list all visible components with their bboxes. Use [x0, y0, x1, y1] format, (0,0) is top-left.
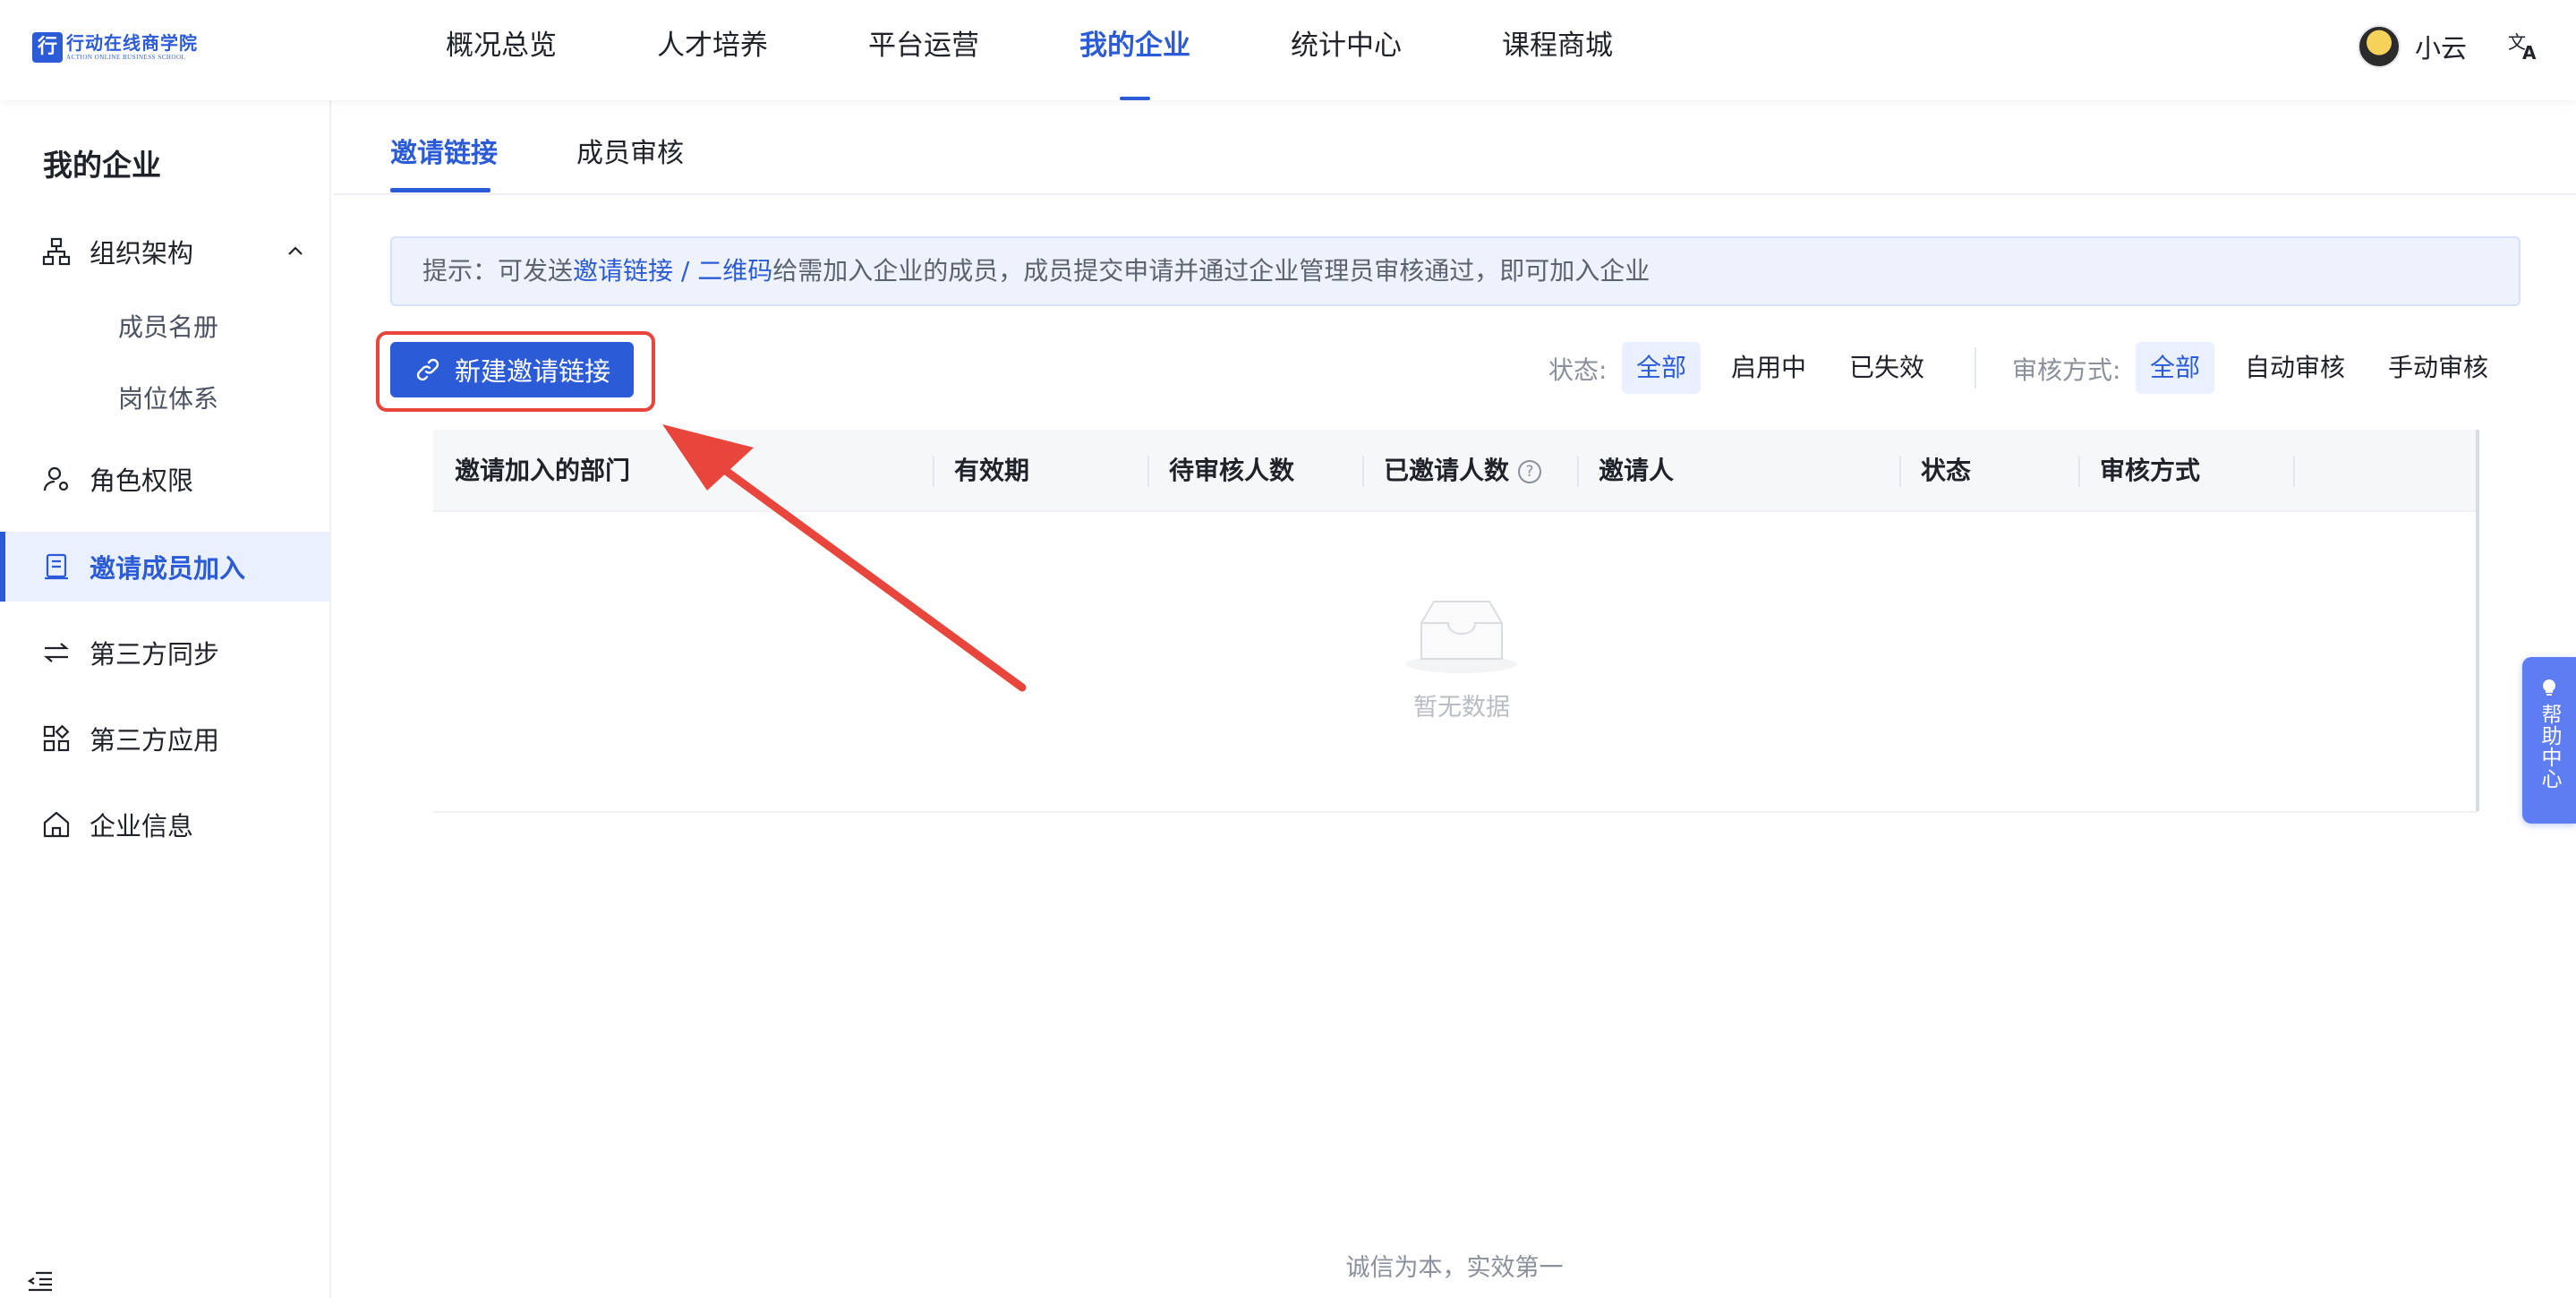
nav-talent[interactable]: 人才培养 [657, 0, 768, 100]
annotation-arrow [662, 424, 1027, 692]
tab-bar: 邀请链接 成员审核 [333, 100, 2576, 195]
sidebar-item-org-structure[interactable]: 组织架构 [0, 217, 329, 286]
review-filter-manual[interactable]: 手动审核 [2374, 342, 2503, 394]
logo-subtitle: ACTION ONLINE BUSINESS SCHOOL [66, 54, 186, 61]
svg-text:A: A [2522, 42, 2537, 63]
nav-statistics[interactable]: 统计中心 [1291, 0, 1402, 100]
filter-divider [1975, 347, 1976, 389]
top-navigation-bar: 行 行动在线商学院 ACTION ONLINE BUSINESS SCHOOL … [0, 0, 2576, 100]
sidebar-item-label: 岗位体系 [118, 384, 219, 414]
sidebar-item-label: 第三方应用 [90, 725, 220, 756]
user-menu[interactable]: 小云 [2358, 25, 2467, 68]
user-role-icon [43, 466, 69, 491]
sync-arrows-icon [43, 643, 70, 662]
logo-title: 行动在线商学院 [66, 32, 198, 54]
tip-prefix: 提示：可发送 [422, 256, 574, 286]
user-name[interactable]: 小云 [2415, 28, 2467, 65]
sidebar-item-label: 企业信息 [90, 811, 194, 841]
invite-doc-icon [45, 553, 68, 580]
sidebar-item-invite-members[interactable]: 邀请成员加入 [0, 532, 329, 602]
column-header: 邀请人 [1599, 456, 1675, 485]
status-filter-active[interactable]: 启用中 [1717, 342, 1821, 394]
column-header: 邀请加入的部门 [455, 456, 631, 485]
help-center-button[interactable]: 帮助中心 [2522, 657, 2576, 824]
apps-grid-icon [43, 724, 70, 752]
sidebar-item-enterprise-info[interactable]: 企业信息 [0, 790, 329, 859]
sidebar-item-label: 组织架构 [90, 238, 194, 269]
lightbulb-icon [2543, 679, 2555, 696]
org-tree-icon [42, 237, 71, 266]
chevron-up-icon[interactable] [285, 241, 306, 262]
nav-my-enterprise[interactable]: 我的企业 [1079, 0, 1190, 100]
tab-member-review[interactable]: 成员审核 [576, 131, 684, 170]
sidebar-item-third-party-sync[interactable]: 第三方同步 [0, 618, 329, 687]
translate-icon[interactable]: 文 A [2506, 27, 2542, 63]
status-filter-expired[interactable]: 已失效 [1835, 342, 1939, 394]
new-invite-link-label: 新建邀请链接 [454, 356, 610, 387]
column-header: 状态 [1921, 456, 1972, 485]
review-filter-label: 审核方式: [2012, 355, 2121, 385]
sidebar-item-label: 邀请成员加入 [90, 553, 246, 584]
tab-invite-link[interactable]: 邀请链接 [390, 131, 498, 170]
link-icon [416, 358, 439, 381]
nav-overview[interactable]: 概况总览 [446, 0, 557, 100]
review-filter-all[interactable]: 全部 [2136, 342, 2215, 394]
sidebar-item-roles[interactable]: 角色权限 [0, 444, 329, 514]
active-tab-indicator [390, 188, 490, 192]
help-center-label: 帮助中心 [2538, 704, 2561, 790]
sidebar-item-label: 角色权限 [90, 465, 194, 496]
sidebar: 我的企业 组织架构 成员名册 岗位体系 角色权限 邀请成员加入 第三方同步 第三… [0, 100, 331, 1298]
collapse-sidebar-icon[interactable] [27, 1269, 54, 1293]
question-circle-icon[interactable]: ? [1518, 460, 1542, 483]
column-header: 已邀请人数? [1362, 430, 1542, 512]
avatar[interactable] [2358, 25, 2401, 68]
status-filter-all[interactable]: 全部 [1622, 342, 1702, 394]
empty-inbox-icon [1406, 601, 1517, 673]
logo[interactable]: 行 行动在线商学院 ACTION ONLINE BUSINESS SCHOOL [32, 32, 198, 63]
sidebar-title: 我的企业 [43, 148, 161, 183]
footer-slogan: 诚信为本，实效第一 [1345, 1254, 1564, 1282]
logo-mark-icon: 行 [32, 32, 63, 63]
sidebar-item-label: 第三方同步 [90, 639, 220, 670]
empty-state-text: 暂无数据 [1413, 694, 1510, 722]
table-scroll-edge [2476, 430, 2479, 811]
new-invite-link-button[interactable]: 新建邀请链接 [390, 342, 634, 397]
nav-course-mall[interactable]: 课程商城 [1502, 0, 1613, 100]
review-filter-auto[interactable]: 自动审核 [2231, 342, 2359, 394]
tip-suffix: 给需加入企业的成员，成员提交申请并通过企业管理员审核通过，即可加入企业 [772, 256, 1651, 286]
status-filter-label: 状态: [1548, 355, 1608, 385]
tip-banner: 提示：可发送邀请链接 / 二维码给需加入企业的成员，成员提交申请并通过企业管理员… [390, 236, 2521, 306]
tip-link[interactable]: 邀请链接 / 二维码 [573, 256, 772, 286]
sidebar-item-position-system[interactable]: 岗位体系 [0, 365, 329, 430]
home-icon [43, 811, 70, 838]
sidebar-item-third-party-apps[interactable]: 第三方应用 [0, 704, 329, 773]
main-nav: 概况总览 人才培养 平台运营 我的企业 统计中心 课程商城 [446, 0, 1713, 100]
sidebar-item-label: 成员名册 [118, 312, 219, 342]
column-header: 待审核人数 [1169, 456, 1295, 485]
column-header: 审核方式 [2100, 456, 2201, 485]
nav-operations[interactable]: 平台运营 [868, 0, 979, 100]
sidebar-item-member-roster[interactable]: 成员名册 [0, 294, 329, 358]
